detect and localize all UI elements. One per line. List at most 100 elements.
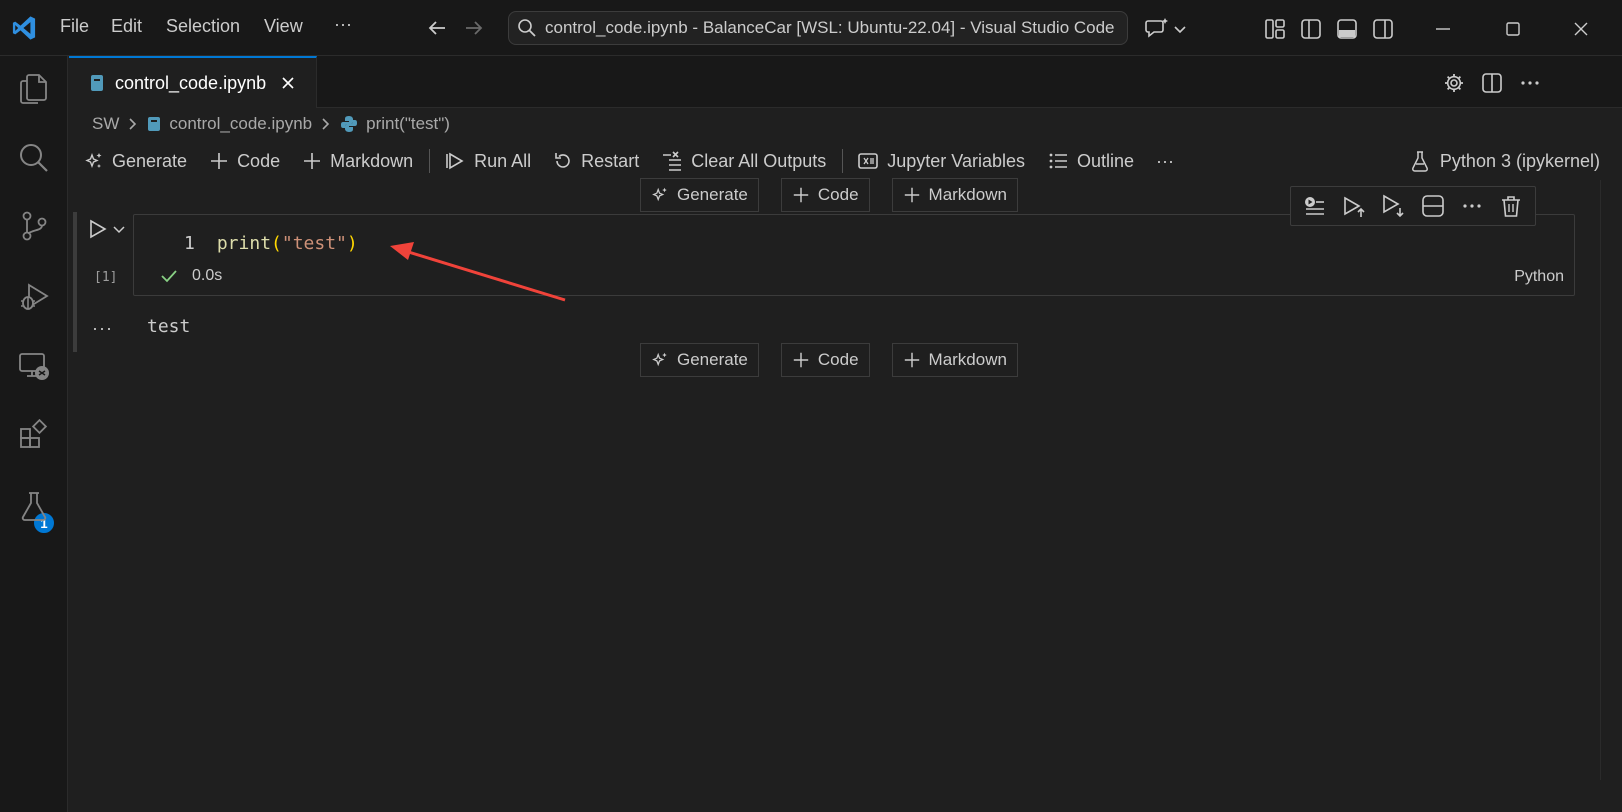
forward-arrow-icon[interactable]	[462, 16, 486, 40]
command-center[interactable]: control_code.ipynb - BalanceCar [WSL: Ub…	[508, 11, 1128, 45]
breadcrumb-folder[interactable]: SW	[92, 114, 119, 134]
more-actions-icon[interactable]	[1517, 70, 1543, 96]
menu-selection[interactable]: Selection	[166, 16, 240, 37]
editor-tab-bar: control_code.ipynb	[69, 56, 1622, 108]
sparkle-icon	[84, 151, 104, 171]
insert-code-label: Code	[817, 350, 859, 369]
code-label: Code	[237, 150, 281, 171]
clear-all-outputs-button[interactable]: Clear All Outputs	[661, 146, 826, 176]
line-number: 1	[184, 233, 195, 254]
menu-edit[interactable]: Edit	[111, 16, 142, 37]
generate-label: Generate	[112, 150, 188, 171]
outline-label: Outline	[1077, 150, 1135, 171]
back-arrow-icon[interactable]	[425, 16, 449, 40]
generate-button[interactable]: Generate	[84, 146, 187, 176]
chevron-right-icon	[127, 117, 139, 131]
plus-icon	[209, 151, 229, 171]
insert-code-label: Code	[817, 185, 859, 204]
insert-markdown-label: Markdown	[928, 350, 1007, 369]
run-all-button[interactable]: Run All	[444, 146, 531, 176]
insert-code-button[interactable]: Code	[780, 178, 870, 212]
markdown-label: Markdown	[330, 150, 414, 171]
cell-language-picker[interactable]: Python	[1514, 268, 1564, 286]
toggle-secondary-sidebar-icon[interactable]	[1370, 16, 1396, 42]
insert-generate-button[interactable]: Generate	[640, 178, 759, 212]
kernel-picker[interactable]: Python 3 (ipykernel)	[1410, 146, 1600, 176]
chevron-right-icon	[320, 117, 332, 131]
title-bar: File Edit Selection View ··· control_cod…	[0, 0, 1622, 56]
insert-markdown-button[interactable]: Markdown	[891, 178, 1018, 212]
add-code-cell-button[interactable]: Code	[209, 146, 280, 176]
insert-cell-toolbar-bottom: Generate Code Markdown	[640, 343, 1040, 377]
menu-file[interactable]: File	[60, 16, 89, 37]
menu-view[interactable]: View	[264, 16, 303, 37]
checkmark-icon	[160, 267, 178, 285]
toggle-primary-sidebar-icon[interactable]	[1298, 16, 1324, 42]
copilot-chat-icon[interactable]	[1144, 16, 1170, 42]
sparkle-icon	[651, 186, 669, 204]
run-debug-icon[interactable]	[14, 276, 54, 316]
cell-focus-indicator	[73, 212, 77, 352]
menu-more[interactable]: ···	[334, 14, 352, 35]
insert-markdown-label: Markdown	[928, 185, 1007, 204]
customize-layout-icon[interactable]	[1262, 16, 1288, 42]
activity-bar: 1	[0, 56, 68, 812]
restart-label: Restart	[581, 150, 640, 171]
chevron-down-icon[interactable]	[112, 222, 126, 236]
execution-duration: 0.0s	[192, 267, 223, 284]
minimize-icon[interactable]	[1430, 16, 1456, 42]
output-more-button[interactable]: ···	[92, 318, 113, 339]
execute-above-icon[interactable]	[1300, 191, 1330, 221]
explorer-icon[interactable]	[14, 68, 54, 108]
toolbar-more-button[interactable]: ···	[1156, 146, 1174, 176]
sparkle-icon	[651, 351, 669, 369]
jupyter-variables-button[interactable]: Jupyter Variables	[857, 146, 1025, 176]
gear-icon[interactable]	[1441, 70, 1467, 96]
code-cell-editor[interactable]: 1 print("test") 0.0s Python	[133, 214, 1575, 296]
testing-icon[interactable]	[14, 486, 54, 526]
insert-code-button[interactable]: Code	[780, 343, 870, 377]
clear-all-icon	[661, 150, 683, 172]
close-icon[interactable]	[280, 75, 296, 91]
trash-icon[interactable]	[1496, 191, 1526, 221]
breadcrumb-file[interactable]: control_code.ipynb	[169, 114, 312, 134]
search-icon[interactable]	[14, 138, 54, 178]
tab-control-code[interactable]: control_code.ipynb	[69, 56, 317, 108]
window-title: control_code.ipynb - BalanceCar [WSL: Ub…	[545, 18, 1115, 37]
plus-icon	[903, 186, 921, 204]
outline-button[interactable]: Outline	[1047, 146, 1134, 176]
run-cell-icon[interactable]	[84, 216, 110, 242]
restart-button[interactable]: Restart	[553, 146, 639, 176]
run-above-icon[interactable]	[1339, 191, 1369, 221]
breadcrumb-symbol[interactable]: print("test")	[366, 114, 450, 134]
code-string-token: "test"	[281, 233, 347, 254]
toolbar-more-label: ···	[1156, 150, 1175, 171]
extensions-icon[interactable]	[14, 416, 54, 456]
chevron-down-icon[interactable]	[1172, 16, 1188, 42]
editor-scrollbar[interactable]	[1600, 180, 1622, 780]
insert-markdown-button[interactable]: Markdown	[891, 343, 1018, 377]
notebook-file-icon	[89, 74, 105, 92]
tab-label: control_code.ipynb	[115, 72, 267, 93]
run-below-icon[interactable]	[1378, 191, 1408, 221]
plus-icon	[903, 351, 921, 369]
insert-generate-label: Generate	[677, 350, 748, 369]
source-control-icon[interactable]	[14, 206, 54, 246]
search-icon	[517, 18, 537, 38]
code-line[interactable]: 1 print("test")	[184, 233, 358, 254]
run-all-icon	[444, 150, 466, 172]
add-markdown-cell-button[interactable]: Markdown	[302, 146, 413, 176]
cell-output: test	[147, 316, 191, 337]
split-editor-icon[interactable]	[1479, 70, 1505, 96]
remote-explorer-icon[interactable]	[14, 346, 54, 386]
kernel-label: Python 3 (ipykernel)	[1439, 150, 1600, 171]
more-actions-icon[interactable]	[1457, 191, 1487, 221]
toggle-panel-icon[interactable]	[1334, 16, 1360, 42]
restart-icon	[553, 151, 573, 171]
insert-generate-button[interactable]: Generate	[640, 343, 759, 377]
close-window-icon[interactable]	[1568, 16, 1594, 42]
maximize-icon[interactable]	[1500, 16, 1526, 42]
split-cell-icon[interactable]	[1418, 191, 1448, 221]
breadcrumb: SW control_code.ipynb print("test")	[92, 112, 450, 136]
jupyter-variables-label: Jupyter Variables	[887, 150, 1025, 171]
